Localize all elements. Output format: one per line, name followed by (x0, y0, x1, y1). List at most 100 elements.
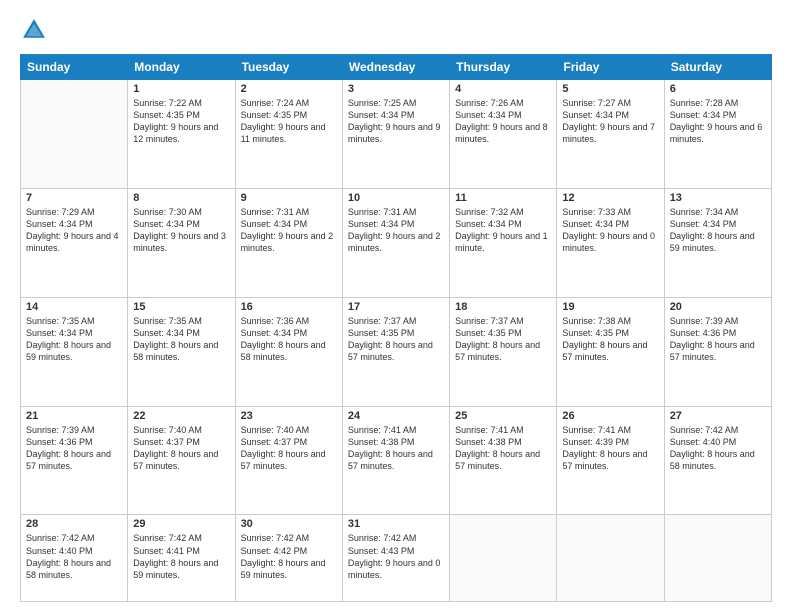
calendar-cell: 11 Sunrise: 7:32 AMSunset: 4:34 PMDayligh… (450, 188, 557, 297)
cell-info: Sunrise: 7:39 AMSunset: 4:36 PMDaylight:… (26, 424, 122, 473)
day-number: 23 (241, 410, 337, 422)
cell-info: Sunrise: 7:39 AMSunset: 4:36 PMDaylight:… (670, 315, 766, 364)
calendar-cell: 15 Sunrise: 7:35 AMSunset: 4:34 PMDayligh… (128, 297, 235, 406)
calendar-cell: 23 Sunrise: 7:40 AMSunset: 4:37 PMDayligh… (235, 406, 342, 515)
calendar-cell: 8 Sunrise: 7:30 AMSunset: 4:34 PMDaylight… (128, 188, 235, 297)
calendar-cell: 10 Sunrise: 7:31 AMSunset: 4:34 PMDayligh… (342, 188, 449, 297)
day-number: 12 (562, 192, 658, 204)
cell-info: Sunrise: 7:32 AMSunset: 4:34 PMDaylight:… (455, 206, 551, 255)
calendar-cell: 4Sunrise: 7:26 AMSunset: 4:34 PMDaylight… (450, 80, 557, 189)
calendar-cell: 13Sunrise: 7:34 AMSunset: 4:34 PMDayligh… (664, 188, 771, 297)
cell-info: Sunrise: 7:28 AMSunset: 4:34 PMDaylight:… (670, 97, 766, 146)
cell-info: Sunrise: 7:42 AMSunset: 4:42 PMDaylight:… (241, 532, 337, 581)
day-number: 8 (133, 192, 229, 204)
cell-info: Sunrise: 7:25 AMSunset: 4:34 PMDaylight:… (348, 97, 444, 146)
day-number: 9 (241, 192, 337, 204)
day-number: 18 (455, 301, 551, 313)
calendar-week-row: 28Sunrise: 7:42 AMSunset: 4:40 PMDayligh… (21, 515, 772, 602)
weekday-header: Thursday (450, 55, 557, 80)
day-number: 1 (133, 83, 229, 95)
day-number: 26 (562, 410, 658, 422)
cell-info: Sunrise: 7:41 AMSunset: 4:39 PMDaylight:… (562, 424, 658, 473)
calendar-cell: 6 Sunrise: 7:28 AMSunset: 4:34 PMDaylight… (664, 80, 771, 189)
day-number: 7 (26, 192, 122, 204)
calendar-cell: 24 Sunrise: 7:41 AMSunset: 4:38 PMDayligh… (342, 406, 449, 515)
cell-info: Sunrise: 7:22 AMSunset: 4:35 PMDaylight:… (133, 97, 229, 146)
day-number: 24 (348, 410, 444, 422)
calendar-cell: 20 Sunrise: 7:39 AMSunset: 4:36 PMDayligh… (664, 297, 771, 406)
day-number: 22 (133, 410, 229, 422)
page: SundayMondayTuesdayWednesdayThursdayFrid… (0, 0, 792, 612)
calendar-table: SundayMondayTuesdayWednesdayThursdayFrid… (20, 54, 772, 602)
day-number: 15 (133, 301, 229, 313)
day-number: 27 (670, 410, 766, 422)
calendar-cell: 26 Sunrise: 7:41 AMSunset: 4:39 PMDayligh… (557, 406, 664, 515)
cell-info: Sunrise: 7:38 AMSunset: 4:35 PMDaylight:… (562, 315, 658, 364)
cell-info: Sunrise: 7:31 AMSunset: 4:34 PMDaylight:… (241, 206, 337, 255)
weekday-header: Tuesday (235, 55, 342, 80)
calendar-cell: 31Sunrise: 7:42 AMSunset: 4:43 PMDayligh… (342, 515, 449, 602)
calendar-cell: 1 Sunrise: 7:22 AMSunset: 4:35 PMDaylight… (128, 80, 235, 189)
logo-icon (20, 16, 48, 44)
day-number: 25 (455, 410, 551, 422)
day-number: 16 (241, 301, 337, 313)
day-number: 28 (26, 518, 122, 530)
cell-info: Sunrise: 7:42 AMSunset: 4:41 PMDaylight:… (133, 532, 229, 581)
day-number: 29 (133, 518, 229, 530)
cell-info: Sunrise: 7:26 AMSunset: 4:34 PMDaylight:… (455, 97, 551, 146)
header (20, 16, 772, 44)
cell-info: Sunrise: 7:41 AMSunset: 4:38 PMDaylight:… (348, 424, 444, 473)
calendar-cell: 25 Sunrise: 7:41 AMSunset: 4:38 PMDayligh… (450, 406, 557, 515)
cell-info: Sunrise: 7:41 AMSunset: 4:38 PMDaylight:… (455, 424, 551, 473)
cell-info: Sunrise: 7:37 AMSunset: 4:35 PMDaylight:… (348, 315, 444, 364)
calendar-cell: 27 Sunrise: 7:42 AMSunset: 4:40 PMDayligh… (664, 406, 771, 515)
calendar-week-row: 21Sunrise: 7:39 AMSunset: 4:36 PMDayligh… (21, 406, 772, 515)
calendar-cell: 5Sunrise: 7:27 AMSunset: 4:34 PMDaylight… (557, 80, 664, 189)
logo (20, 16, 50, 44)
weekday-header: Saturday (664, 55, 771, 80)
day-number: 2 (241, 83, 337, 95)
day-number: 6 (670, 83, 766, 95)
cell-info: Sunrise: 7:40 AMSunset: 4:37 PMDaylight:… (133, 424, 229, 473)
calendar-cell: 2 Sunrise: 7:24 AMSunset: 4:35 PMDaylight… (235, 80, 342, 189)
calendar-cell: 18 Sunrise: 7:37 AMSunset: 4:35 PMDayligh… (450, 297, 557, 406)
calendar-week-row: 1 Sunrise: 7:22 AMSunset: 4:35 PMDaylight… (21, 80, 772, 189)
calendar-cell: 21Sunrise: 7:39 AMSunset: 4:36 PMDayligh… (21, 406, 128, 515)
day-number: 5 (562, 83, 658, 95)
day-number: 3 (348, 83, 444, 95)
calendar-week-row: 7 Sunrise: 7:29 AMSunset: 4:34 PMDaylight… (21, 188, 772, 297)
calendar-cell: 7 Sunrise: 7:29 AMSunset: 4:34 PMDaylight… (21, 188, 128, 297)
day-number: 20 (670, 301, 766, 313)
calendar-cell (21, 80, 128, 189)
cell-info: Sunrise: 7:37 AMSunset: 4:35 PMDaylight:… (455, 315, 551, 364)
cell-info: Sunrise: 7:35 AMSunset: 4:34 PMDaylight:… (26, 315, 122, 364)
day-number: 30 (241, 518, 337, 530)
calendar-cell: 19Sunrise: 7:38 AMSunset: 4:35 PMDayligh… (557, 297, 664, 406)
cell-info: Sunrise: 7:33 AMSunset: 4:34 PMDaylight:… (562, 206, 658, 255)
calendar-cell: 12 Sunrise: 7:33 AMSunset: 4:34 PMDayligh… (557, 188, 664, 297)
calendar-cell: 17Sunrise: 7:37 AMSunset: 4:35 PMDayligh… (342, 297, 449, 406)
calendar-cell (664, 515, 771, 602)
weekday-header: Friday (557, 55, 664, 80)
calendar-week-row: 14 Sunrise: 7:35 AMSunset: 4:34 PMDayligh… (21, 297, 772, 406)
day-number: 14 (26, 301, 122, 313)
weekday-header: Monday (128, 55, 235, 80)
cell-info: Sunrise: 7:35 AMSunset: 4:34 PMDaylight:… (133, 315, 229, 364)
day-number: 11 (455, 192, 551, 204)
cell-info: Sunrise: 7:30 AMSunset: 4:34 PMDaylight:… (133, 206, 229, 255)
calendar-cell: 14 Sunrise: 7:35 AMSunset: 4:34 PMDayligh… (21, 297, 128, 406)
day-number: 31 (348, 518, 444, 530)
cell-info: Sunrise: 7:29 AMSunset: 4:34 PMDaylight:… (26, 206, 122, 255)
day-number: 10 (348, 192, 444, 204)
cell-info: Sunrise: 7:36 AMSunset: 4:34 PMDaylight:… (241, 315, 337, 364)
cell-info: Sunrise: 7:24 AMSunset: 4:35 PMDaylight:… (241, 97, 337, 146)
calendar-cell: 16 Sunrise: 7:36 AMSunset: 4:34 PMDayligh… (235, 297, 342, 406)
cell-info: Sunrise: 7:42 AMSunset: 4:40 PMDaylight:… (670, 424, 766, 473)
calendar-header-row: SundayMondayTuesdayWednesdayThursdayFrid… (21, 55, 772, 80)
cell-info: Sunrise: 7:40 AMSunset: 4:37 PMDaylight:… (241, 424, 337, 473)
day-number: 13 (670, 192, 766, 204)
calendar-cell (450, 515, 557, 602)
calendar-cell: 29 Sunrise: 7:42 AMSunset: 4:41 PMDayligh… (128, 515, 235, 602)
calendar-cell: 30 Sunrise: 7:42 AMSunset: 4:42 PMDayligh… (235, 515, 342, 602)
cell-info: Sunrise: 7:31 AMSunset: 4:34 PMDaylight:… (348, 206, 444, 255)
